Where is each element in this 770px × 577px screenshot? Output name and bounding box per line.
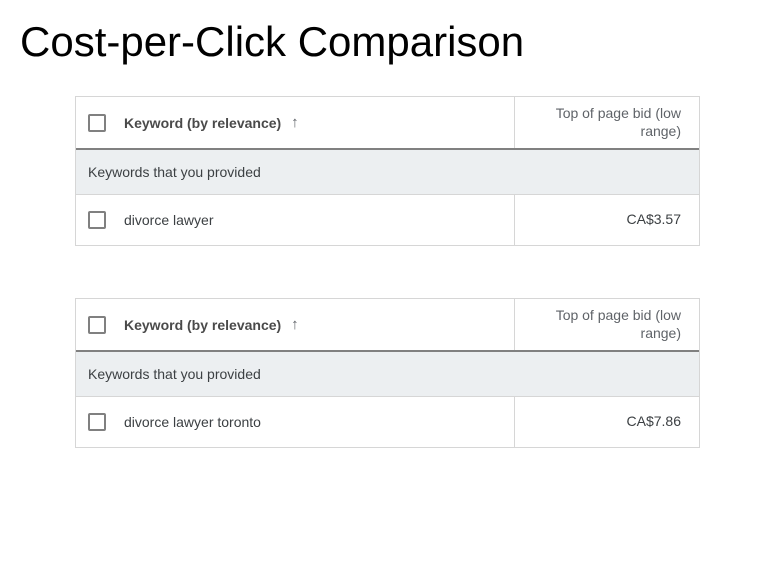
- sort-arrow-up-icon: ↑: [291, 316, 299, 333]
- table-header-row: Keyword (by relevance) ↑ Top of page bid…: [76, 97, 699, 150]
- bid-text: CA$7.86: [627, 413, 681, 431]
- bid-text: CA$3.57: [627, 211, 681, 229]
- keyword-text: divorce lawyer toronto: [124, 414, 261, 430]
- bid-header-text: Top of page bid (low range): [527, 307, 681, 342]
- keyword-column-header[interactable]: Keyword (by relevance) ↑: [76, 299, 514, 350]
- row-checkbox[interactable]: [88, 413, 106, 431]
- section-label-row: Keywords that you provided: [76, 352, 699, 397]
- table-row: divorce lawyer toronto CA$7.86: [76, 397, 699, 447]
- keyword-cell[interactable]: divorce lawyer: [76, 195, 514, 245]
- keyword-text: divorce lawyer: [124, 212, 213, 228]
- bid-column-header[interactable]: Top of page bid (low range): [514, 97, 699, 148]
- bid-column-header[interactable]: Top of page bid (low range): [514, 299, 699, 350]
- keyword-header-text: Keyword (by relevance): [124, 317, 281, 333]
- select-all-checkbox[interactable]: [88, 316, 106, 334]
- page-title: Cost-per-Click Comparison: [0, 0, 770, 96]
- section-label-row: Keywords that you provided: [76, 150, 699, 195]
- bid-cell: CA$3.57: [514, 195, 699, 245]
- select-all-checkbox[interactable]: [88, 114, 106, 132]
- bid-header-text: Top of page bid (low range): [527, 105, 681, 140]
- keyword-column-header[interactable]: Keyword (by relevance) ↑: [76, 97, 514, 148]
- keyword-header-text: Keyword (by relevance): [124, 115, 281, 131]
- keyword-table: Keyword (by relevance) ↑ Top of page bid…: [75, 96, 700, 246]
- keyword-cell[interactable]: divorce lawyer toronto: [76, 397, 514, 447]
- keyword-header-label: Keyword (by relevance) ↑: [124, 316, 299, 333]
- keyword-header-label: Keyword (by relevance) ↑: [124, 114, 299, 131]
- row-checkbox[interactable]: [88, 211, 106, 229]
- table-row: divorce lawyer CA$3.57: [76, 195, 699, 245]
- sort-arrow-up-icon: ↑: [291, 114, 299, 131]
- keyword-table: Keyword (by relevance) ↑ Top of page bid…: [75, 298, 700, 448]
- tables-container: Keyword (by relevance) ↑ Top of page bid…: [0, 96, 770, 448]
- table-header-row: Keyword (by relevance) ↑ Top of page bid…: [76, 299, 699, 352]
- bid-cell: CA$7.86: [514, 397, 699, 447]
